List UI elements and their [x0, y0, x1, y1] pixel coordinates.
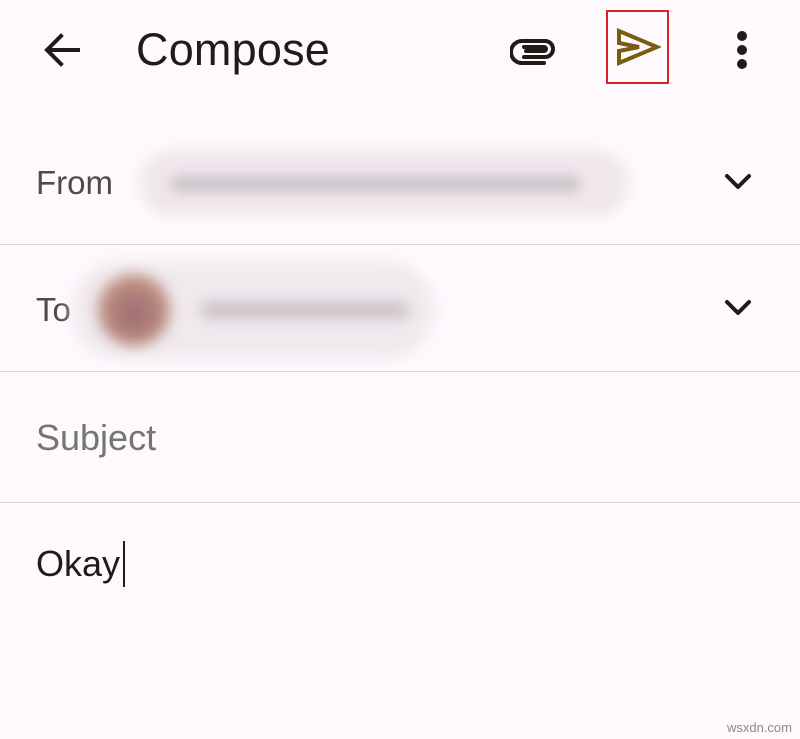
chevron-down-icon [725, 300, 751, 315]
watermark: wsxdn.com [726, 720, 792, 735]
to-label: To [36, 291, 71, 328]
back-button[interactable] [30, 20, 94, 80]
recipient-name [200, 302, 410, 318]
top-app-bar: Compose [0, 0, 800, 100]
more-vert-icon [737, 31, 747, 69]
divider [0, 371, 800, 372]
text-cursor [123, 541, 126, 587]
more-options-button[interactable] [716, 20, 768, 80]
send-button[interactable] [606, 10, 669, 84]
recipient-chip[interactable] [72, 262, 434, 358]
divider [0, 502, 800, 503]
from-account-chip[interactable] [140, 150, 628, 216]
to-expand-button[interactable] [712, 282, 764, 334]
body-editor[interactable]: Okay [36, 536, 126, 592]
avatar [98, 274, 170, 346]
from-expand-button[interactable] [712, 156, 764, 208]
chevron-down-icon [725, 174, 751, 189]
from-label: From [36, 164, 113, 201]
body-text: Okay [36, 543, 121, 584]
attach-button[interactable] [504, 20, 564, 80]
send-icon [616, 27, 661, 67]
subject-input[interactable] [36, 410, 756, 466]
page-title: Compose [136, 24, 330, 75]
arrow-back-icon [44, 33, 80, 67]
paperclip-icon [510, 39, 555, 65]
